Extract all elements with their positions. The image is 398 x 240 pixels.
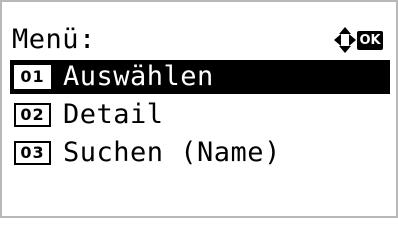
- screen-header: Menü: OK: [12, 20, 392, 60]
- menu-item-label: Detail: [63, 99, 164, 130]
- menu-item-number-badge: 02: [14, 103, 51, 127]
- menu-item-detail[interactable]: 02 Detail: [10, 98, 390, 132]
- menu-item-label: Auswählen: [63, 61, 214, 92]
- menu-item-number-badge: 01: [14, 65, 51, 89]
- ok-key-icon: OK: [357, 31, 383, 50]
- menu-item-suchen-name[interactable]: 03 Suchen (Name): [10, 136, 390, 170]
- menu-item-auswaehlen[interactable]: 01 Auswählen: [10, 60, 390, 94]
- screen-title: Menü:: [12, 24, 96, 55]
- lcd-screen: Menü: OK 01 Auswählen 02 Detail 03 Suche…: [0, 0, 398, 218]
- menu-item-label: Suchen (Name): [63, 137, 281, 168]
- menu-item-number-badge: 03: [14, 141, 51, 165]
